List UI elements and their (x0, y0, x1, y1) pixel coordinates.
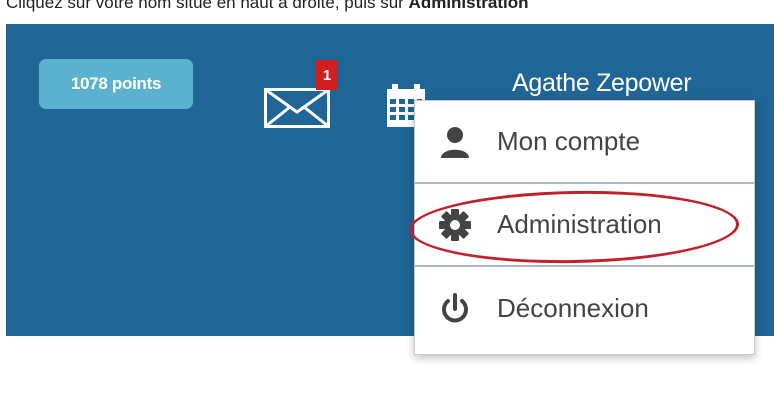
user-dropdown-menu: Mon compte Administration Déconnexion (414, 100, 755, 355)
menu-item-deconnexion[interactable]: Déconnexion (415, 267, 754, 350)
instruction-text-bold: Administration (408, 0, 529, 12)
menu-item-label: Administration (497, 209, 662, 239)
menu-item-mon-compte[interactable]: Mon compte (415, 101, 754, 184)
user-menu-toggle[interactable]: Agathe Zepower (512, 69, 692, 98)
instruction-text-main: Cliquez sur votre nom situé en haut à dr… (6, 0, 409, 12)
instruction-text: Cliquez sur votre nom situé en haut à dr… (6, 0, 529, 14)
power-icon (435, 289, 475, 329)
gear-icon (435, 205, 475, 245)
unread-count-badge: 1 (316, 60, 338, 90)
points-badge[interactable]: 1078 points (39, 59, 193, 109)
mail-icon (264, 88, 330, 128)
messages-button[interactable]: 1 (264, 60, 346, 128)
menu-item-administration[interactable]: Administration (415, 184, 754, 267)
menu-item-label: Mon compte (497, 126, 641, 156)
menu-item-label: Déconnexion (497, 293, 649, 323)
user-icon (435, 122, 475, 162)
